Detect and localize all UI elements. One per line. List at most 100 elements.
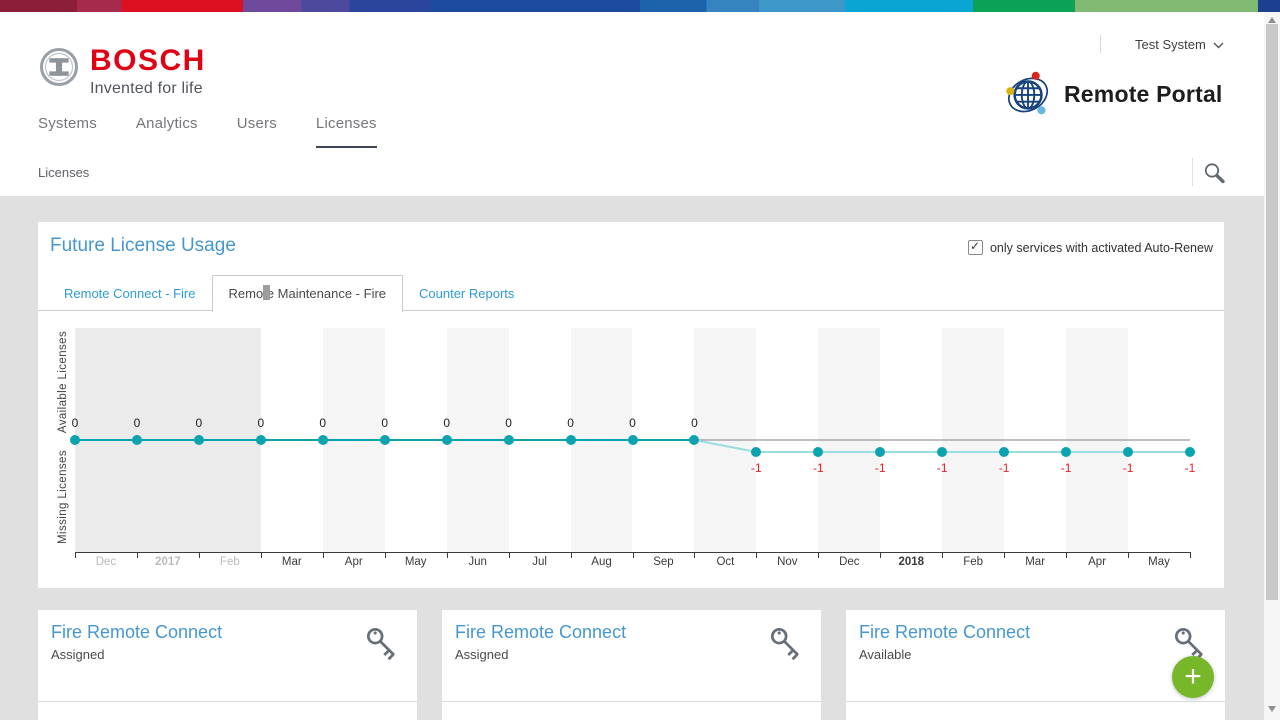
main-nav: Systems Analytics Users Licenses [38,115,377,148]
nav-item-systems[interactable]: Systems [38,115,97,148]
card-divider [846,701,1225,702]
x-axis-label: Sep [633,556,695,568]
portal-name: Remote Portal [1064,81,1223,108]
data-point [194,435,204,445]
brand-tagline: Invented for life [90,80,206,98]
panel-title: Future License Usage [50,235,236,257]
data-point [442,435,452,445]
license-card[interactable]: Fire Remote Connect Available [846,610,1225,720]
search-icon[interactable] [1202,161,1226,185]
x-axis-label: May [385,556,447,568]
x-axis-label: May [1128,556,1190,568]
data-point-value: 0 [184,416,214,430]
data-point-value: -1 [927,461,957,475]
x-axis-label: Mar [261,556,323,568]
card-divider [38,701,417,702]
x-axis-tick [1190,552,1191,558]
license-card-status: Available [859,647,912,662]
chevron-down-icon [1213,42,1224,49]
x-axis-label: Oct [694,556,756,568]
x-axis-label: Dec [818,556,880,568]
x-axis-label: Apr [1066,556,1128,568]
data-point-value: 0 [60,416,90,430]
chart-x-axis-labels: Dec2017FebMarAprMayJunJulAugSepOctNovDec… [75,556,1190,572]
data-point-value: 0 [618,416,648,430]
data-point [628,435,638,445]
portal-logo: Remote Portal [1006,70,1223,118]
data-point-value: -1 [1113,461,1143,475]
x-axis-label: Aug [571,556,633,568]
data-point [318,435,328,445]
license-usage-chart: 00000000000-1-1-1-1-1-1-1-1 [75,328,1190,552]
system-selector-label: Test System [1135,37,1206,52]
tab-remote-connect-fire[interactable]: Remote Connect - Fire [48,275,212,311]
auto-renew-filter[interactable]: only services with activated Auto-Renew [968,240,1213,255]
x-axis-label: Apr [323,556,385,568]
add-license-button[interactable]: + [1172,656,1214,698]
x-axis-label: Feb [199,556,261,568]
data-point-value: -1 [1051,461,1081,475]
data-point [70,435,80,445]
header: BOSCH Invented for life Test System [0,12,1264,149]
x-axis-label: 2018 [880,556,942,568]
brand-name: BOSCH [90,44,206,78]
license-card-title: Fire Remote Connect [455,622,626,643]
license-card-status: Assigned [51,647,104,662]
data-point [1185,447,1195,457]
data-point [504,435,514,445]
tab-remote-maintenance-fire[interactable]: Remote Maintenance - Fire [212,275,404,312]
nav-item-users[interactable]: Users [237,115,277,148]
scroll-down-arrow-icon[interactable] [1268,706,1276,712]
license-card-title: Fire Remote Connect [51,622,222,643]
system-selector[interactable]: Test System [1100,34,1224,54]
nav-item-analytics[interactable]: Analytics [136,115,198,148]
data-point-value: 0 [122,416,152,430]
breadcrumb: Licenses [38,165,89,180]
data-point-value: -1 [1175,461,1205,475]
data-point [380,435,390,445]
divider [1192,158,1193,186]
license-card-status: Assigned [455,647,508,662]
x-axis-label: Feb [942,556,1004,568]
x-axis-label: Jun [447,556,509,568]
bosch-armature-icon [38,46,80,88]
data-point-value: 0 [556,416,586,430]
data-point-value: 0 [308,416,338,430]
text-cursor-artifact [263,285,270,300]
vertical-scrollbar[interactable] [1264,12,1280,720]
bosch-logo: BOSCH Invented for life [38,38,206,98]
breadcrumb-bar: Licenses [0,148,1264,196]
card-divider [442,701,821,702]
license-cards-row: Fire Remote Connect Assigned Fire Remote… [38,610,1225,720]
key-icon [361,622,405,666]
license-card-title: Fire Remote Connect [859,622,1030,643]
data-point [1123,447,1133,457]
plus-icon: + [1184,662,1202,692]
data-point-value: -1 [803,461,833,475]
x-axis-label: Mar [1004,556,1066,568]
x-axis-label: 2017 [137,556,199,568]
license-tabs: Remote Connect - Fire Remote Maintenance… [48,275,530,312]
nav-item-licenses[interactable]: Licenses [316,115,377,148]
x-axis-label: Dec [75,556,137,568]
tab-counter-reports[interactable]: Counter Reports [403,275,530,311]
bosch-supergraphic-strip [0,0,1280,12]
license-card[interactable]: Fire Remote Connect Assigned [38,610,417,720]
license-card[interactable]: Fire Remote Connect Assigned [442,610,821,720]
x-axis-label: Jul [509,556,571,568]
scroll-up-arrow-icon[interactable] [1268,17,1276,23]
divider [1100,35,1101,53]
y-axis-label-missing: Missing Licenses [57,422,73,572]
app-window: BOSCH Invented for life Test System [0,0,1280,720]
scrollbar-thumb[interactable] [1266,24,1278,600]
data-point [566,435,576,445]
auto-renew-checkbox[interactable] [968,240,983,255]
data-point-value: 0 [246,416,276,430]
data-point-value: -1 [741,461,771,475]
data-point-value: 0 [370,416,400,430]
data-point-value: 0 [432,416,462,430]
data-point-value: -1 [989,461,1019,475]
auto-renew-label: only services with activated Auto-Renew [990,241,1213,255]
data-point [132,435,142,445]
data-point-value: 0 [679,416,709,430]
